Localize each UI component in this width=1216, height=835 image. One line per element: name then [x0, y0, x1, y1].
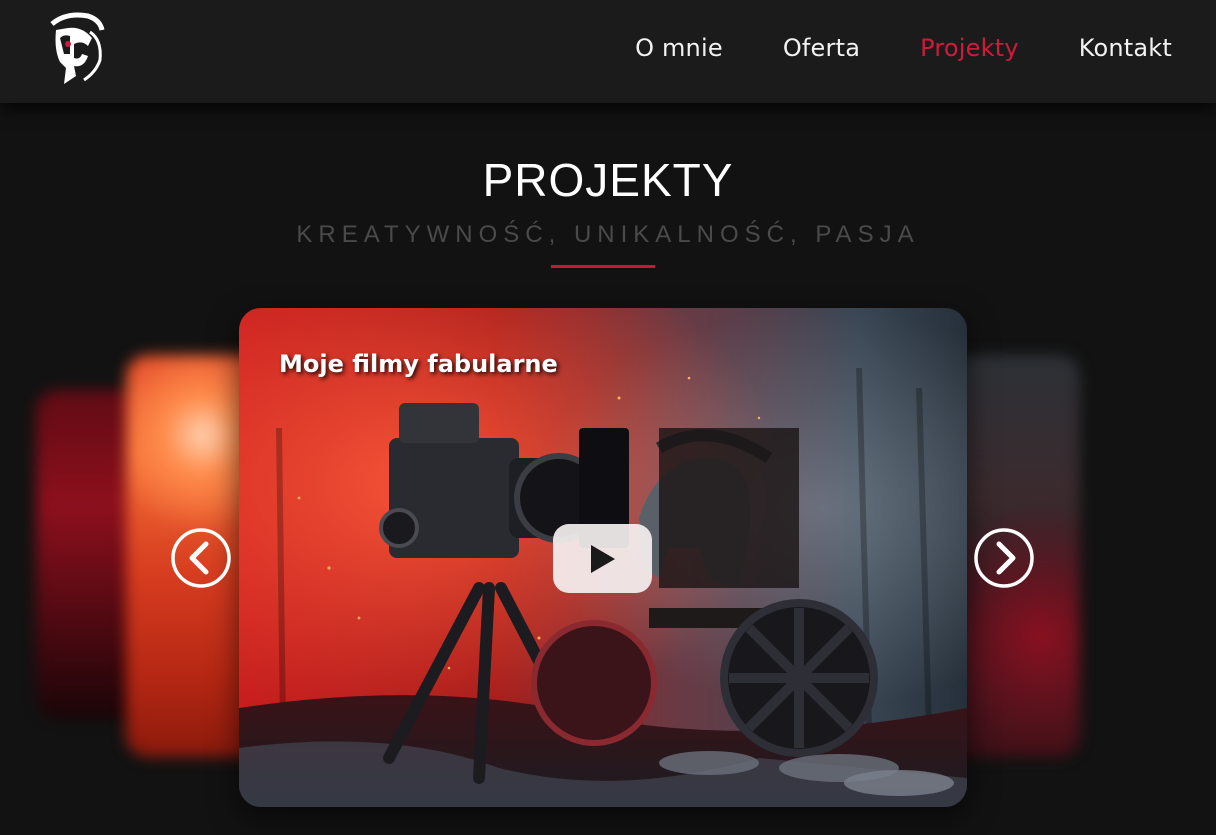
nav-item-o-mnie[interactable]: O mnie: [635, 34, 723, 62]
site-header: O mnie Oferta Projekty Kontakt: [0, 0, 1216, 103]
section-subtitle: KREATYWNOŚĆ, UNIKALNOŚĆ, PASJA: [296, 221, 920, 248]
spartan-helmet-logo[interactable]: [44, 10, 106, 86]
main-nav: O mnie Oferta Projekty Kontakt: [635, 30, 1172, 66]
play-icon: [590, 544, 615, 573]
nav-item-kontakt[interactable]: Kontakt: [1079, 34, 1172, 62]
chevron-left-circle-icon[interactable]: [170, 527, 232, 589]
nav-item-oferta[interactable]: Oferta: [783, 34, 860, 62]
carousel-card-active[interactable]: Moje filmy fabularne: [239, 308, 967, 807]
section-divider: [551, 265, 655, 268]
card-title: Moje filmy fabularne: [279, 350, 558, 378]
nav-item-projekty[interactable]: Projekty: [920, 34, 1019, 62]
section-title: PROJEKTY: [482, 154, 734, 206]
projects-carousel: Moje filmy fabularne: [0, 300, 1216, 820]
play-button[interactable]: [553, 524, 652, 593]
chevron-right-circle-icon[interactable]: [973, 527, 1035, 589]
